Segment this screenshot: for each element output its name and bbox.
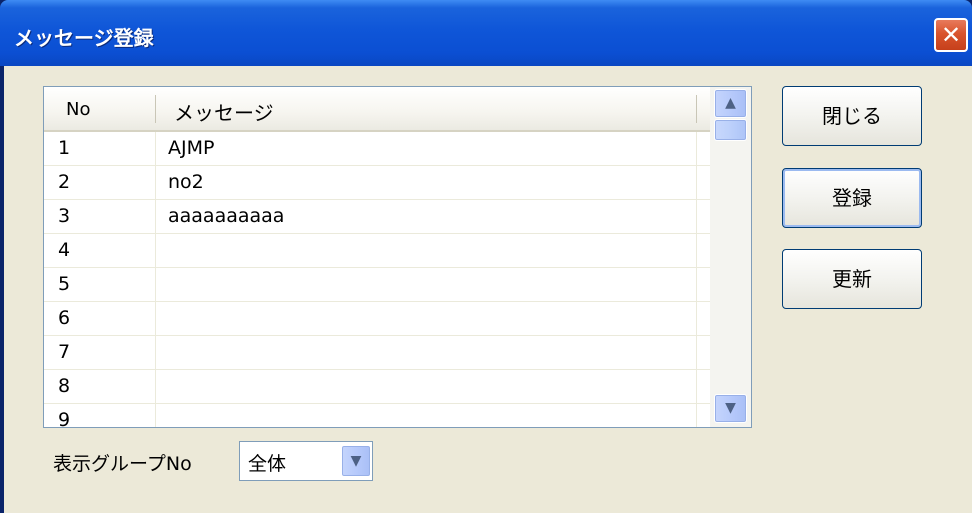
display-group-label: 表示グループNo [53, 453, 192, 475]
table-row[interactable]: 6 [44, 302, 710, 336]
row-message-cell: AJMP [168, 137, 215, 159]
row-message-cell: no2 [168, 171, 204, 193]
register-button[interactable]: 登録 [782, 168, 922, 228]
vertical-scrollbar[interactable]: ▲ ▼ [710, 87, 751, 427]
table-row[interactable]: 3 aaaaaaaaaa [44, 200, 710, 234]
scroll-up-icon: ▲ [725, 95, 736, 111]
display-group-value: 全体 [248, 453, 287, 475]
row-no-cell: 9 [58, 409, 71, 427]
table-row[interactable]: 9 [44, 404, 710, 427]
row-no-cell: 6 [58, 307, 71, 329]
table-row[interactable]: 7 [44, 336, 710, 370]
scroll-up-button[interactable]: ▲ [714, 89, 747, 118]
display-group-select[interactable]: 全体 ▼ [239, 441, 373, 481]
row-no-cell: 8 [58, 375, 71, 397]
table-row[interactable]: 5 [44, 268, 710, 302]
scroll-down-icon: ▼ [725, 400, 736, 416]
dropdown-arrow-icon: ▼ [350, 453, 362, 469]
scroll-thumb[interactable] [714, 119, 747, 141]
row-no-cell: 3 [58, 205, 71, 227]
column-header-no[interactable]: No [66, 99, 90, 120]
column-header-message[interactable]: メッセージ [174, 97, 274, 126]
row-no-cell: 4 [58, 239, 71, 261]
window-title: メッセージ登録 [14, 26, 154, 50]
update-button[interactable]: 更新 [782, 249, 922, 309]
list-body: 1 AJMP 2 no2 3 aaaaaaaaaa 4 5 6 7 8 9 [44, 132, 710, 427]
table-row[interactable]: 8 [44, 370, 710, 404]
row-no-cell: 1 [58, 137, 71, 159]
row-no-cell: 2 [58, 171, 71, 193]
row-message-cell: aaaaaaaaaa [168, 205, 285, 227]
title-bar[interactable]: メッセージ登録 ✕ [0, 0, 972, 66]
close-window-button[interactable]: ✕ [934, 18, 968, 52]
row-no-cell: 5 [58, 273, 71, 295]
list-header: No メッセージ [44, 87, 710, 132]
table-row[interactable]: 4 [44, 234, 710, 268]
column-separator[interactable] [696, 95, 697, 123]
column-separator[interactable] [155, 95, 156, 123]
close-button[interactable]: 閉じる [782, 86, 922, 146]
scroll-down-button[interactable]: ▼ [714, 394, 747, 423]
row-no-cell: 7 [58, 341, 71, 363]
close-icon: ✕ [940, 21, 962, 49]
table-row[interactable]: 2 no2 [44, 166, 710, 200]
dropdown-button[interactable]: ▼ [341, 445, 371, 477]
message-list[interactable]: No メッセージ 1 AJMP 2 no2 3 aaaaaaaaaa 4 5 6 7 8 9 ▲ ▼ [43, 86, 752, 428]
table-row[interactable]: 1 AJMP [44, 132, 710, 166]
